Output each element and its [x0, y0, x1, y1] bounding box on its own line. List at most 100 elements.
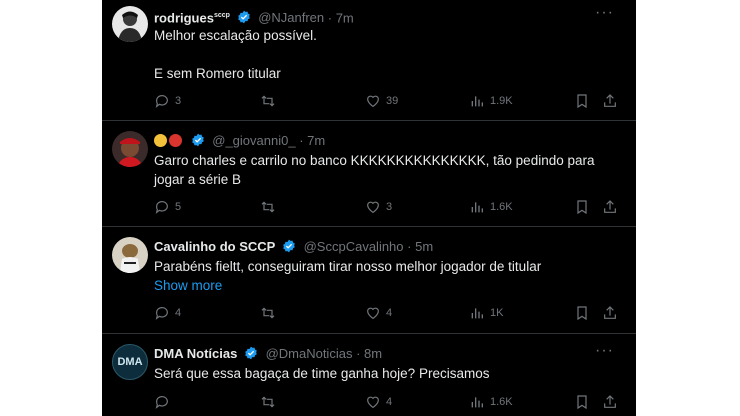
bookmark-button[interactable]	[574, 197, 595, 217]
bookmark-icon	[577, 306, 587, 321]
reply-button[interactable]	[154, 392, 175, 412]
views-button[interactable]: 1.6K	[469, 197, 513, 217]
show-more-link[interactable]: Show more	[154, 276, 541, 295]
heart-icon	[367, 201, 379, 214]
heart-icon	[367, 396, 379, 409]
tweet[interactable]: DMA DMA Notícias @DmaNoticias · 8m ··· S…	[102, 343, 636, 416]
retweet-button[interactable]	[260, 197, 281, 217]
tweet-text-line: Será que essa bagaça de time ganha hoje?…	[154, 366, 490, 381]
like-button[interactable]: 4	[365, 392, 392, 412]
view-count: 1K	[490, 307, 504, 319]
views-button[interactable]: 1.9K	[469, 91, 513, 111]
more-options-icon[interactable]: ···	[595, 343, 614, 364]
verified-icon	[237, 10, 250, 24]
face-emoji-icon	[154, 134, 167, 147]
tweet-actions: 3 39 1.9K	[102, 91, 636, 111]
like-count: 3	[386, 201, 393, 213]
views-button[interactable]: 1K	[469, 303, 503, 323]
retweet-button[interactable]	[260, 91, 281, 111]
tweet-text-line: E sem Romero titular	[154, 66, 281, 81]
timestamp[interactable]: · 7m	[299, 133, 325, 148]
reply-button[interactable]: 5	[154, 197, 181, 217]
retweet-icon	[261, 201, 275, 213]
tweet-text-blank-line	[154, 45, 317, 64]
display-name[interactable]: rodrigues	[154, 10, 214, 25]
user-handle[interactable]: @SccpCavalinho	[304, 239, 404, 254]
share-button[interactable]	[602, 303, 623, 323]
share-icon	[604, 306, 616, 319]
like-button[interactable]: 3	[365, 197, 392, 217]
view-count: 1.6K	[490, 201, 513, 213]
tweet-actions: 4 4 1K	[102, 303, 636, 323]
angry-face-emoji-icon	[169, 134, 182, 147]
bookmark-icon	[577, 94, 587, 109]
verified-icon	[283, 239, 295, 253]
tweet-text-line: Garro charles e carrilo no banco KKKKKKK…	[154, 153, 595, 168]
timestamp[interactable]: · 5m	[407, 239, 433, 254]
user-handle[interactable]: @DmaNoticias	[266, 346, 353, 361]
like-count: 39	[386, 95, 399, 107]
tweet-divider	[102, 120, 636, 121]
views-button[interactable]: 1.6K	[469, 392, 513, 412]
view-count: 1.6K	[490, 396, 513, 408]
view-count: 1.9K	[490, 95, 513, 107]
reply-icon	[155, 307, 168, 320]
tweet-divider	[102, 226, 636, 227]
reply-count: 4	[175, 307, 182, 319]
bookmark-button[interactable]	[574, 392, 595, 412]
share-button[interactable]	[602, 392, 623, 412]
views-icon	[471, 397, 483, 408]
heart-icon	[367, 307, 379, 320]
reply-button[interactable]: 3	[154, 91, 181, 111]
like-count: 4	[386, 307, 393, 319]
retweet-button[interactable]	[260, 392, 281, 412]
display-name[interactable]: DMA Notícias	[154, 346, 237, 361]
like-button[interactable]: 39	[365, 91, 398, 111]
tweet-actions: 5 3 1.6K	[102, 197, 636, 217]
display-name[interactable]: Cavalinho do SCCP	[154, 239, 275, 254]
user-handle[interactable]: @NJanfren	[258, 10, 324, 25]
share-button[interactable]	[602, 91, 623, 111]
avatar[interactable]	[112, 6, 148, 42]
avatar-logo-text: DMA	[117, 356, 143, 368]
tweet[interactable]: rodriguessccp @NJanfren · 7m ··· Melhor …	[102, 5, 636, 112]
heart-icon	[367, 95, 379, 108]
tweet-header: rodriguessccp @NJanfren · 7m	[154, 6, 354, 26]
reply-button[interactable]: 4	[154, 303, 181, 323]
share-icon	[604, 200, 616, 213]
reply-count: 5	[175, 201, 182, 213]
retweet-icon	[261, 307, 275, 319]
tweet[interactable]: Cavalinho do SCCP @SccpCavalinho · 5m Pa…	[102, 237, 636, 327]
share-button[interactable]	[602, 197, 623, 217]
avatar[interactable]: DMA	[112, 344, 148, 380]
verified-icon	[245, 346, 257, 360]
share-icon	[604, 94, 616, 107]
share-icon	[604, 395, 616, 408]
reply-icon	[155, 396, 168, 409]
avatar[interactable]	[112, 131, 148, 167]
retweet-button[interactable]	[260, 303, 281, 323]
more-options-icon[interactable]: ···	[595, 5, 614, 26]
timestamp[interactable]: · 7m	[328, 10, 354, 25]
retweet-icon	[261, 396, 275, 408]
tweet-divider	[102, 333, 636, 334]
retweet-icon	[261, 95, 275, 107]
avatar[interactable]	[112, 237, 148, 273]
reply-count: 3	[175, 95, 182, 107]
like-button[interactable]: 4	[365, 303, 392, 323]
timestamp[interactable]: · 8m	[356, 346, 382, 361]
tweet-text-line: Parabéns fieltt, conseguiram tirar nosso…	[154, 259, 542, 274]
tweet-text: Garro charles e carrilo no banco KKKKKKK…	[154, 151, 595, 189]
bookmark-icon	[577, 200, 587, 215]
user-handle[interactable]: @_giovanni0_	[212, 133, 295, 148]
bookmark-button[interactable]	[574, 91, 595, 111]
bookmark-icon	[577, 395, 587, 410]
views-icon	[471, 308, 483, 319]
tweet-header: DMA Notícias @DmaNoticias · 8m	[154, 344, 382, 364]
bookmark-button[interactable]	[574, 303, 595, 323]
tweet-text: Melhor escalação possível. E sem Romero …	[154, 26, 317, 83]
views-icon	[471, 202, 483, 213]
tweet[interactable]: @_giovanni0_ · 7m Garro charles e carril…	[102, 131, 636, 221]
tweet-text-line: jogar a série B	[154, 172, 242, 187]
tweet-text: Parabéns fieltt, conseguiram tirar nosso…	[154, 257, 541, 295]
